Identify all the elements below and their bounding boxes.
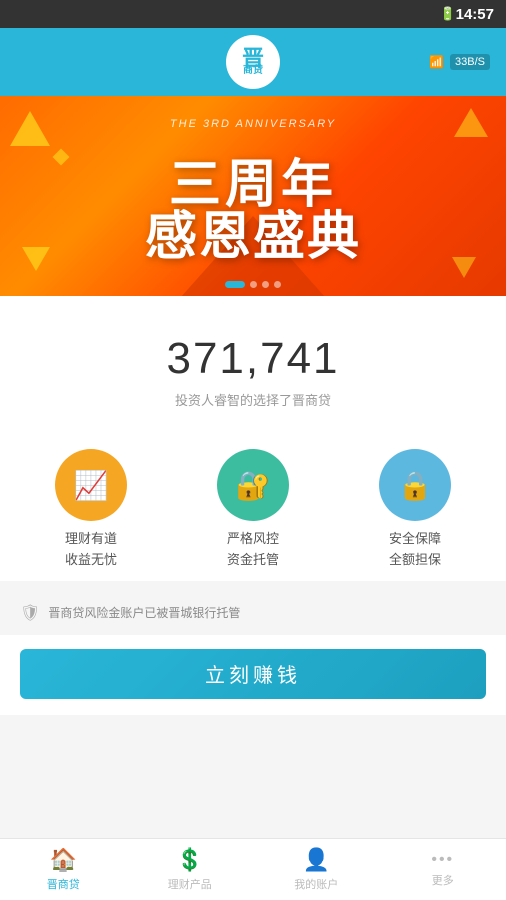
lock-icon: 🔒 xyxy=(398,469,433,502)
banner-text-wrapper: THE 3RD ANNIVERSARY 三周年 感恩盛典 xyxy=(0,96,506,296)
stats-description: 投资人睿智的选择了晋商贷 xyxy=(16,390,490,409)
cta-section: 立刻赚钱 xyxy=(0,635,506,715)
nav-label-products: 理财产品 xyxy=(168,876,212,892)
dot-1 xyxy=(225,281,245,288)
feature-text-1: 理财有道 收益无忧 xyxy=(65,529,117,571)
bottom-nav: 🏠 晋商贷 💲 理财产品 👤 我的账户 ••• 更多 xyxy=(0,838,506,900)
status-bar: 🔋 14:57 xyxy=(0,0,506,28)
wifi-icon: 📶 xyxy=(429,55,444,69)
banner-line1: 三周年 xyxy=(169,159,337,211)
nav-item-more[interactable]: ••• 更多 xyxy=(380,839,506,900)
nav-label-home: 晋商贷 xyxy=(47,876,80,892)
nav-item-products[interactable]: 💲 理财产品 xyxy=(127,839,254,900)
home-icon: 🏠 xyxy=(50,847,77,873)
banner-line2: 感恩盛典 xyxy=(145,211,361,263)
feature-item-1: 📈 理财有道 收益无忧 xyxy=(26,449,156,571)
nav-label-account: 我的账户 xyxy=(294,876,338,892)
banner-dots xyxy=(225,281,281,288)
battery-icon: 🔋 xyxy=(439,6,455,22)
features-section: 📈 理财有道 收益无忧 🔐 严格风控 资金托管 🔒 安全保障 全额担保 xyxy=(0,429,506,581)
chart-icon: 📈 xyxy=(74,469,109,502)
nav-item-account[interactable]: 👤 我的账户 xyxy=(253,839,380,900)
dot-4 xyxy=(274,281,281,288)
promo-banner: THE 3RD ANNIVERSARY 三周年 感恩盛典 xyxy=(0,96,506,296)
feature-item-3: 🔒 安全保障 全额担保 xyxy=(350,449,480,571)
feature-icon-3: 🔒 xyxy=(379,449,451,521)
dot-2 xyxy=(250,281,257,288)
more-icon: ••• xyxy=(431,851,454,869)
security-icon: 🔐 xyxy=(236,469,271,502)
app-logo: 晋商贷 xyxy=(226,35,280,89)
logo-text: 晋商贷 xyxy=(242,48,264,76)
feature-text-2: 严格风控 资金托管 xyxy=(227,529,279,571)
feature-text-3: 安全保障 全额担保 xyxy=(389,529,441,571)
dollar-icon: 💲 xyxy=(176,847,203,873)
shield-icon: 🛡 xyxy=(20,603,40,623)
trust-banner: 🛡 晋商贷风险金账户已被晋城银行托管 xyxy=(0,591,506,635)
status-time: 14:57 xyxy=(456,6,494,23)
main-content: 371,741 投资人睿智的选择了晋商贷 xyxy=(0,296,506,429)
header: 晋商贷 📶 33B/S xyxy=(0,28,506,96)
earn-money-button[interactable]: 立刻赚钱 xyxy=(20,649,486,699)
nav-label-more: 更多 xyxy=(432,872,454,888)
dot-3 xyxy=(262,281,269,288)
speed-indicator: 33B/S xyxy=(450,54,490,70)
feature-item-2: 🔐 严格风控 资金托管 xyxy=(188,449,318,571)
trust-text: 晋商贷风险金账户已被晋城银行托管 xyxy=(48,604,240,621)
investor-count: 371,741 xyxy=(16,334,490,384)
user-icon: 👤 xyxy=(303,847,330,873)
stats-section: 371,741 投资人睿智的选择了晋商贷 xyxy=(16,316,490,419)
banner-subtitle: THE 3RD ANNIVERSARY xyxy=(170,118,336,130)
nav-item-home[interactable]: 🏠 晋商贷 xyxy=(0,839,127,900)
feature-icon-2: 🔐 xyxy=(217,449,289,521)
feature-icon-1: 📈 xyxy=(55,449,127,521)
